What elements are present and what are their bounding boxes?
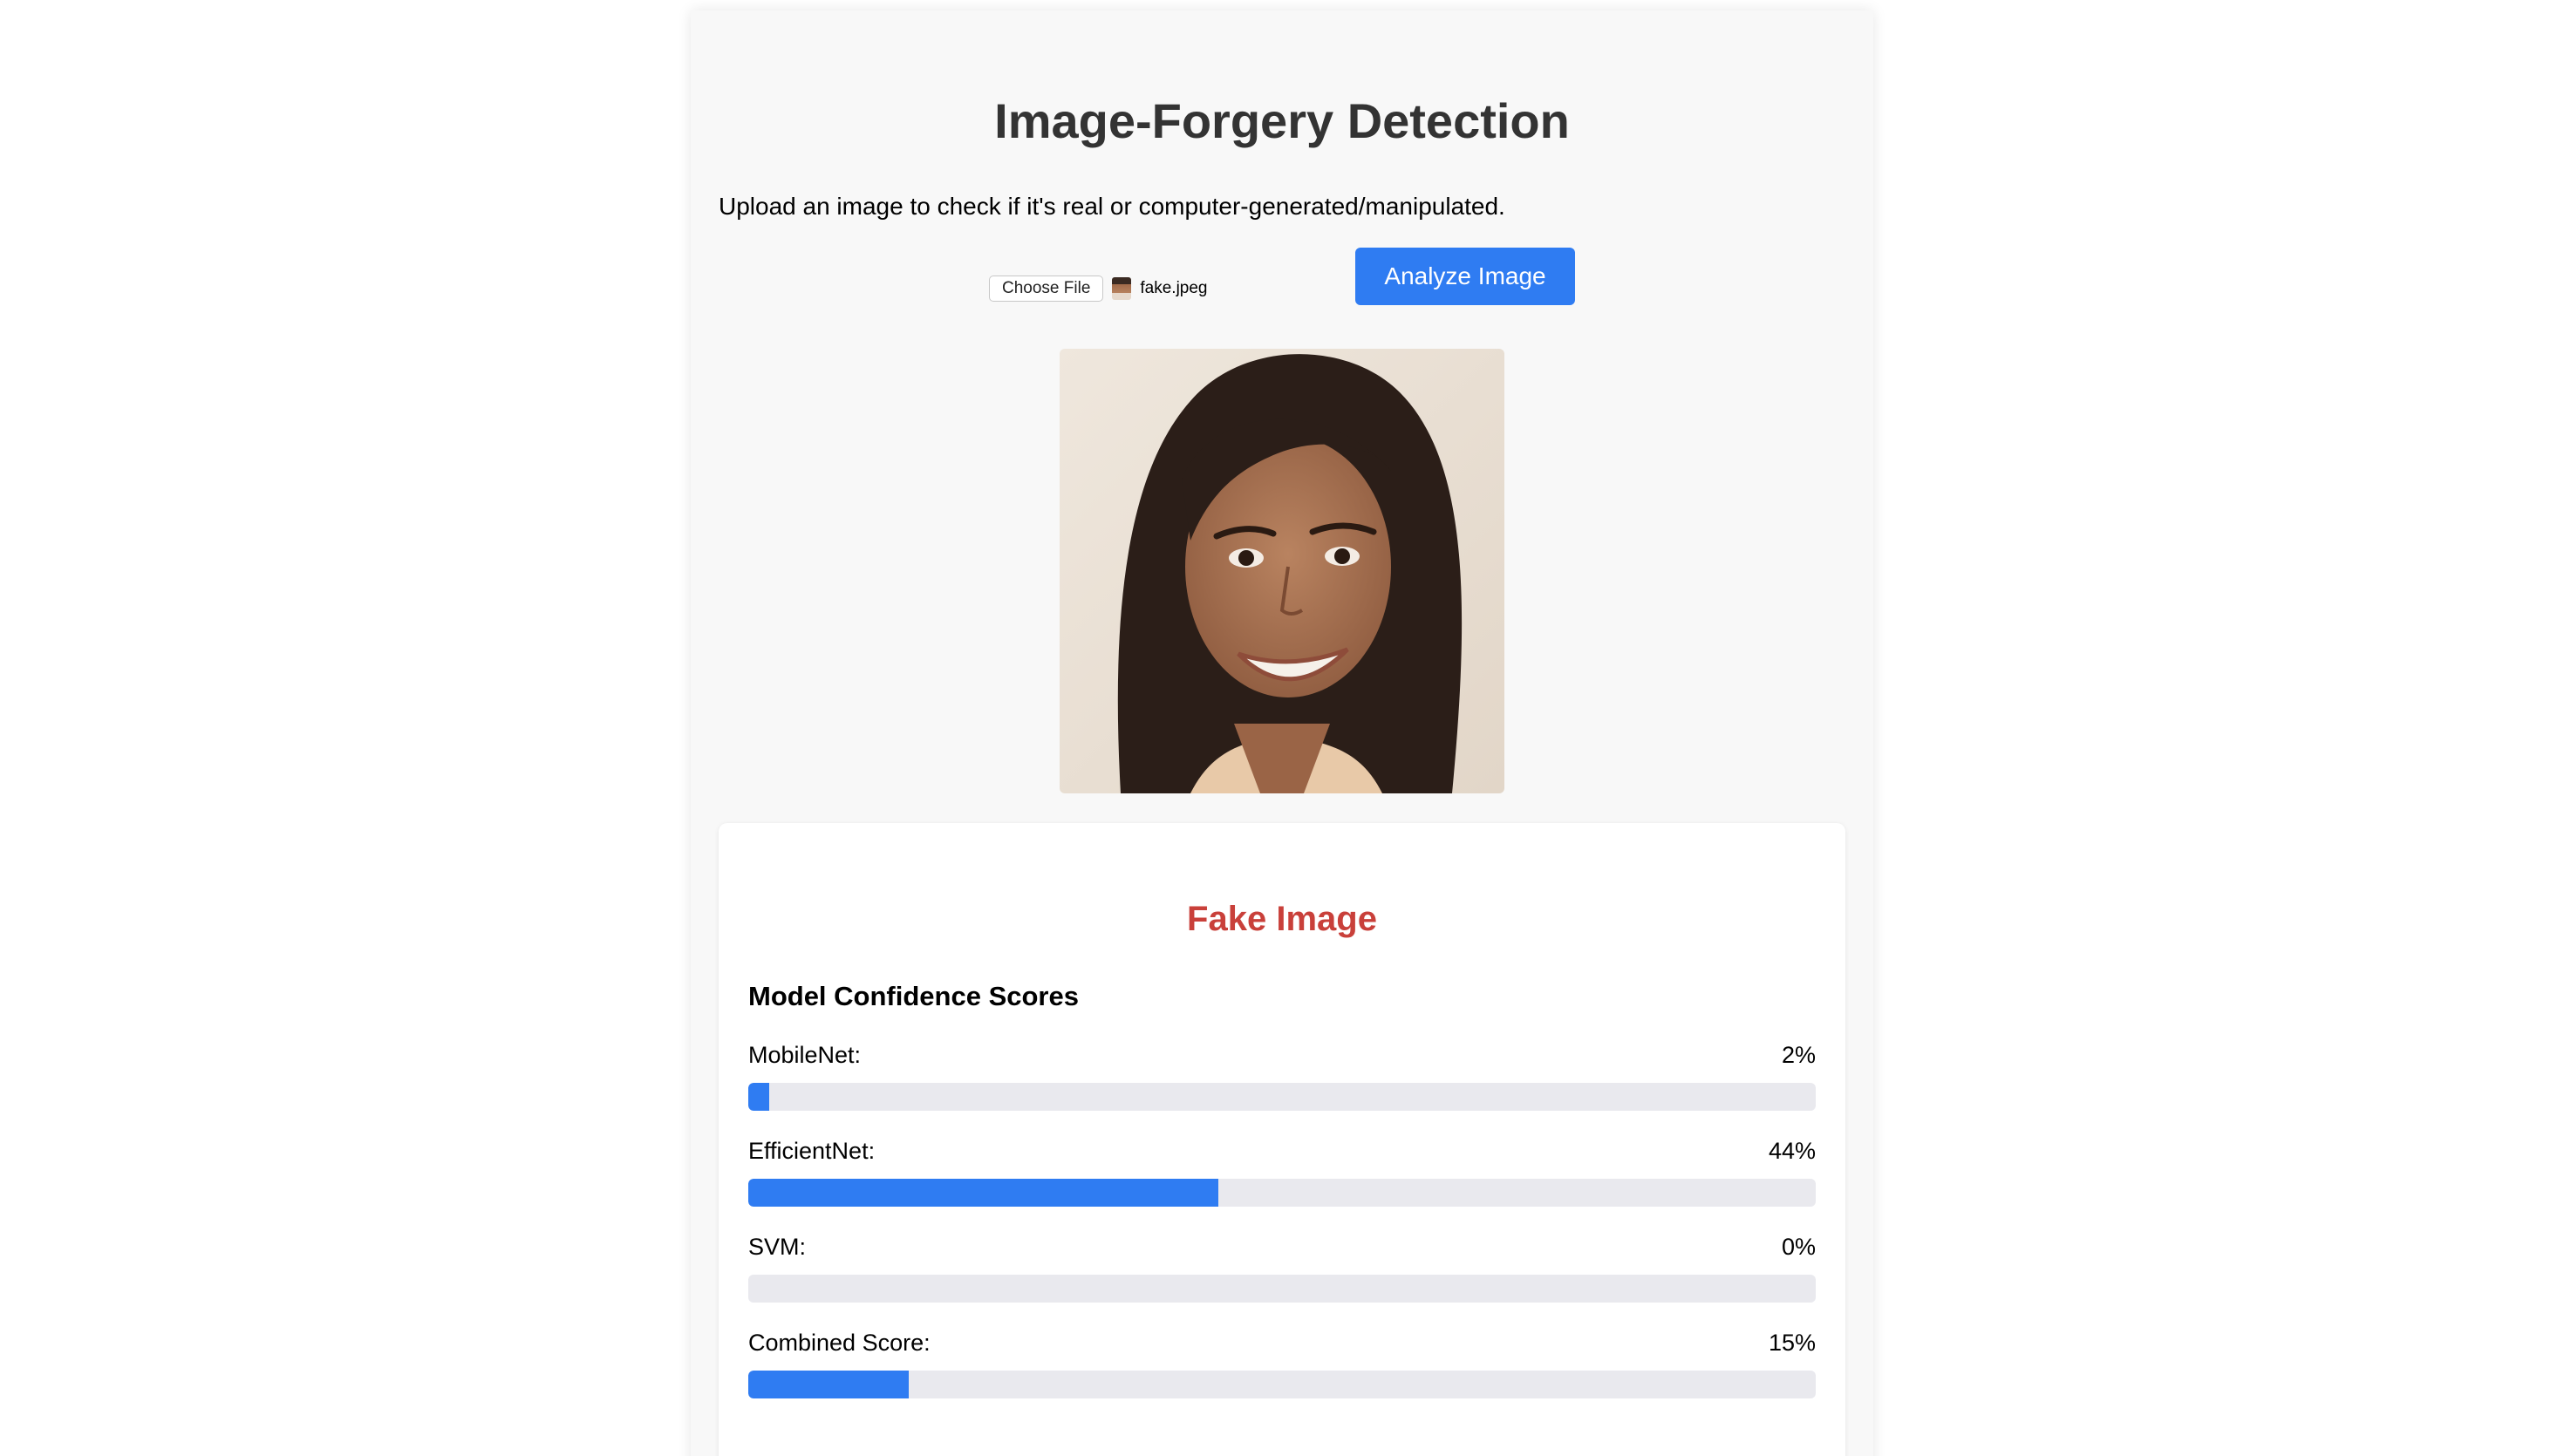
score-bar-fill	[748, 1083, 770, 1111]
selected-file-name: fake.jpeg	[1140, 279, 1208, 297]
page: Image-Forgery Detection Upload an image …	[0, 0, 2564, 1456]
score-bar-track	[748, 1083, 1816, 1111]
score-label: Combined Score:	[748, 1330, 931, 1356]
choose-file-button[interactable]: Choose File	[989, 276, 1104, 302]
image-preview	[1060, 349, 1504, 793]
score-mobilenet: MobileNet: 2%	[748, 1041, 1816, 1112]
score-label: MobileNet:	[748, 1042, 862, 1068]
scores-heading: Model Confidence Scores	[748, 981, 1079, 1011]
score-bar-fill	[748, 1371, 909, 1398]
score-label: SVM:	[748, 1234, 807, 1260]
analyze-image-button[interactable]: Analyze Image	[1355, 248, 1575, 305]
score-bar-track	[748, 1371, 1816, 1398]
portrait-image	[1060, 349, 1504, 793]
score-combined: Combined Score: 15%	[748, 1329, 1816, 1400]
verdict-label: Fake Image	[1187, 900, 1377, 938]
score-efficientnet: EfficientNet: 44%	[748, 1137, 1816, 1208]
score-bar-track	[748, 1179, 1816, 1207]
score-bar-track	[748, 1275, 1816, 1303]
score-value: 0%	[1781, 1234, 1816, 1260]
result-card: Fake Image Model Confidence Scores Mobil…	[719, 823, 1845, 1456]
score-svm: SVM: 0%	[748, 1233, 1816, 1304]
file-input[interactable]: Choose File fake.jpeg	[989, 276, 1208, 302]
score-value: 2%	[1781, 1042, 1816, 1068]
score-label: EfficientNet:	[748, 1138, 876, 1164]
score-value: 44%	[1768, 1138, 1816, 1164]
page-description: Upload an image to check if it's real or…	[719, 193, 1505, 220]
main-container: Image-Forgery Detection Upload an image …	[691, 10, 1873, 1456]
score-bar-fill	[748, 1179, 1218, 1207]
file-thumbnail-icon	[1112, 277, 1132, 300]
score-value: 15%	[1768, 1330, 1816, 1356]
page-title: Image-Forgery Detection	[994, 93, 1570, 148]
